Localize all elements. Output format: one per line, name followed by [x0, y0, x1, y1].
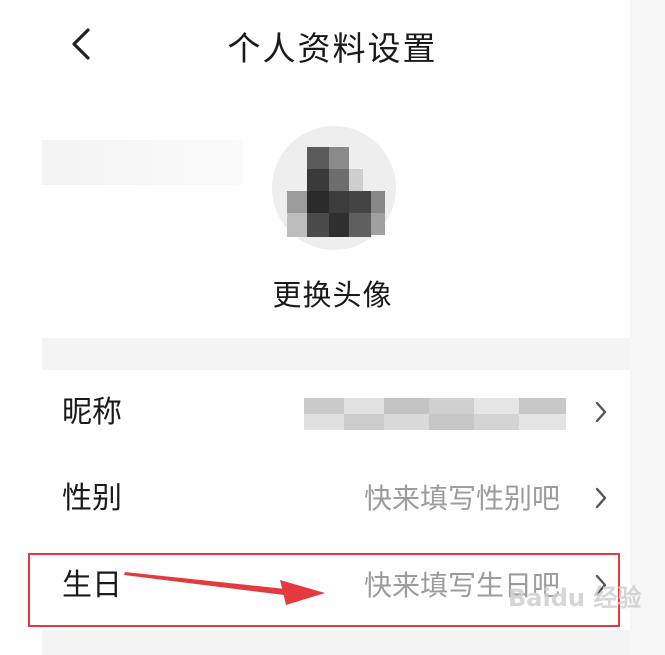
- blurred-nickname-value: [304, 398, 566, 430]
- row-label: 昵称: [62, 395, 122, 430]
- watermark-logo: Baidu 经验: [508, 584, 642, 612]
- row-value-placeholder: 快来填写性别吧: [363, 482, 560, 515]
- page-title: 个人资料设置: [227, 29, 438, 68]
- row-nickname[interactable]: 昵称: [42, 370, 630, 456]
- chevron-right-icon: [595, 401, 607, 423]
- chevron-right-icon: [595, 487, 607, 509]
- top-bar: 个人资料设置: [0, 0, 630, 95]
- annotation-arrow-icon: [124, 572, 325, 605]
- bottom-divider: [42, 630, 630, 655]
- right-edge-strip: [630, 0, 665, 655]
- section-divider: [42, 338, 630, 370]
- avatar[interactable]: [271, 125, 397, 251]
- row-label: 性别: [62, 481, 122, 516]
- blurred-area: [42, 140, 242, 185]
- row-gender[interactable]: 性别 快来填写性别吧: [42, 456, 630, 542]
- change-avatar-label[interactable]: 更换头像: [0, 272, 665, 314]
